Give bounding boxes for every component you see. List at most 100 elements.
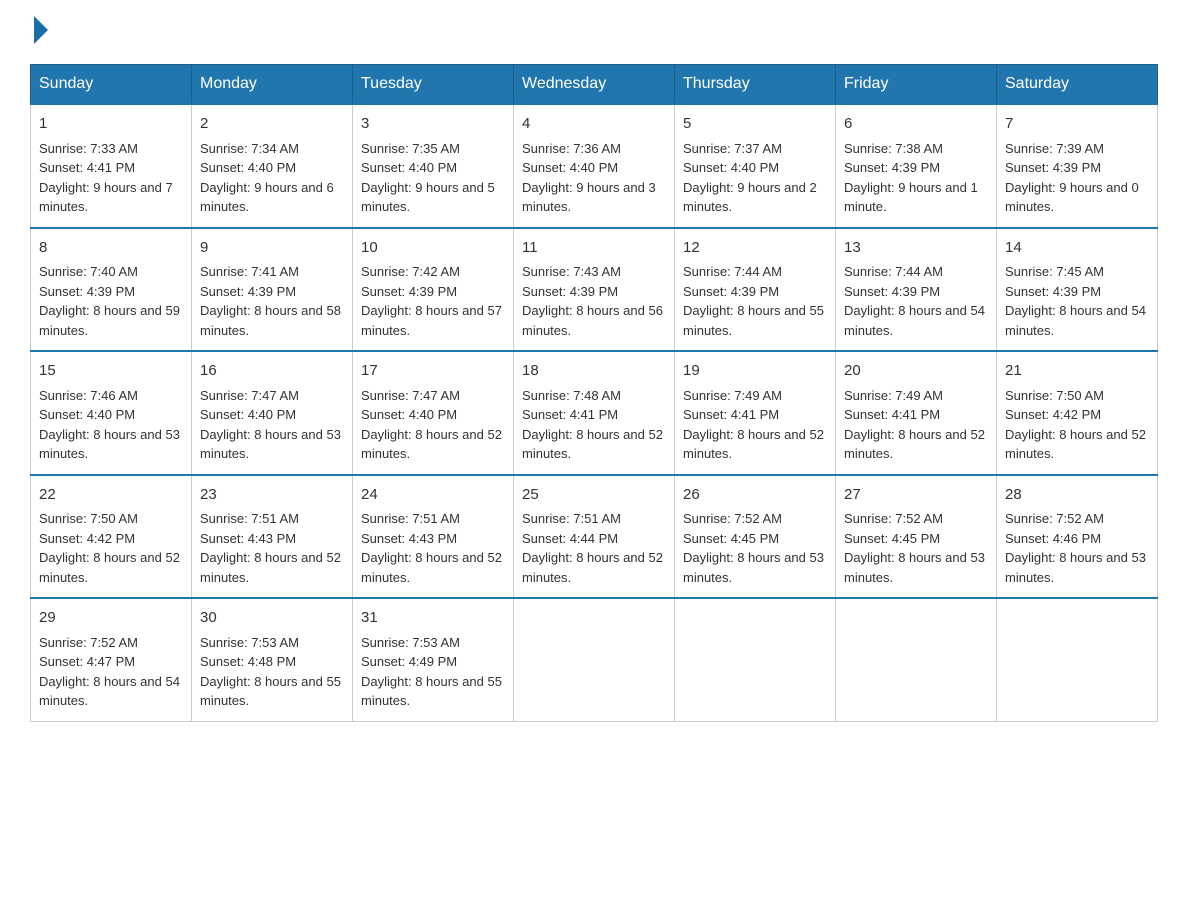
calendar-cell: 21Sunrise: 7:50 AMSunset: 4:42 PMDayligh… (997, 351, 1158, 475)
calendar-cell: 14Sunrise: 7:45 AMSunset: 4:39 PMDayligh… (997, 228, 1158, 352)
day-number: 30 (200, 607, 344, 630)
sunset-text: Sunset: 4:40 PM (522, 160, 618, 175)
day-number: 31 (361, 607, 505, 630)
day-number: 15 (39, 360, 183, 383)
sunset-text: Sunset: 4:40 PM (39, 407, 135, 422)
daylight-text: Daylight: 8 hours and 52 minutes. (200, 550, 341, 585)
sunset-text: Sunset: 4:39 PM (844, 160, 940, 175)
day-number: 27 (844, 484, 988, 507)
daylight-text: Daylight: 8 hours and 56 minutes. (522, 303, 663, 338)
sunset-text: Sunset: 4:39 PM (683, 284, 779, 299)
day-number: 19 (683, 360, 827, 383)
sunset-text: Sunset: 4:39 PM (39, 284, 135, 299)
day-number: 21 (1005, 360, 1149, 383)
sunset-text: Sunset: 4:45 PM (683, 531, 779, 546)
calendar-cell (997, 598, 1158, 721)
sunrise-text: Sunrise: 7:51 AM (522, 511, 621, 526)
sunrise-text: Sunrise: 7:43 AM (522, 264, 621, 279)
sunrise-text: Sunrise: 7:47 AM (361, 388, 460, 403)
daylight-text: Daylight: 9 hours and 0 minutes. (1005, 180, 1139, 215)
day-number: 1 (39, 113, 183, 136)
logo (30, 20, 48, 44)
sunrise-text: Sunrise: 7:44 AM (683, 264, 782, 279)
sunset-text: Sunset: 4:43 PM (200, 531, 296, 546)
daylight-text: Daylight: 8 hours and 52 minutes. (361, 550, 502, 585)
col-header-sunday: Sunday (31, 65, 192, 105)
day-number: 23 (200, 484, 344, 507)
sunrise-text: Sunrise: 7:47 AM (200, 388, 299, 403)
calendar-cell: 11Sunrise: 7:43 AMSunset: 4:39 PMDayligh… (514, 228, 675, 352)
col-header-friday: Friday (836, 65, 997, 105)
sunset-text: Sunset: 4:39 PM (844, 284, 940, 299)
calendar-cell: 3Sunrise: 7:35 AMSunset: 4:40 PMDaylight… (353, 104, 514, 228)
calendar-cell (836, 598, 997, 721)
calendar-cell: 5Sunrise: 7:37 AMSunset: 4:40 PMDaylight… (675, 104, 836, 228)
calendar-cell: 13Sunrise: 7:44 AMSunset: 4:39 PMDayligh… (836, 228, 997, 352)
daylight-text: Daylight: 9 hours and 6 minutes. (200, 180, 334, 215)
day-number: 8 (39, 237, 183, 260)
sunset-text: Sunset: 4:44 PM (522, 531, 618, 546)
sunrise-text: Sunrise: 7:51 AM (361, 511, 460, 526)
calendar-week-4: 22 Sunrise: 7:50 AM Sunset: 4:42 PM Dayligh… (31, 475, 1158, 599)
calendar-cell: 27Sunrise: 7:52 AMSunset: 4:45 PMDayligh… (836, 475, 997, 599)
sunrise-text: Sunrise: 7:35 AM (361, 141, 460, 156)
sunrise-text: Sunrise: 7:37 AM (683, 141, 782, 156)
calendar-cell: 16Sunrise: 7:47 AMSunset: 4:40 PMDayligh… (192, 351, 353, 475)
sunset-text: Sunset: 4:46 PM (1005, 531, 1101, 546)
calendar-week-1: 1 Sunrise: 7:33 AM Sunset: 4:41 PM Daylight… (31, 104, 1158, 228)
sunset-text: Sunset: 4:40 PM (361, 407, 457, 422)
daylight-text: Daylight: 8 hours and 53 minutes. (1005, 550, 1146, 585)
calendar-cell: 17Sunrise: 7:47 AMSunset: 4:40 PMDayligh… (353, 351, 514, 475)
daylight-text: Daylight: 9 hours and 5 minutes. (361, 180, 495, 215)
sunrise-text: Sunrise: 7:49 AM (844, 388, 943, 403)
day-number: 22 (39, 484, 183, 507)
daylight-text: Daylight: 9 hours and 3 minutes. (522, 180, 656, 215)
day-number: 26 (683, 484, 827, 507)
calendar-cell: 22 Sunrise: 7:50 AM Sunset: 4:42 PM Dayligh… (31, 475, 192, 599)
daylight-text: Daylight: 9 hours and 7 minutes. (39, 180, 173, 215)
sunset-text: Sunset: 4:42 PM (39, 531, 135, 546)
sunrise-text: Sunrise: 7:44 AM (844, 264, 943, 279)
sunrise-text: Sunrise: 7:52 AM (844, 511, 943, 526)
sunset-text: Sunset: 4:47 PM (39, 654, 135, 669)
sunrise-text: Sunrise: 7:39 AM (1005, 141, 1104, 156)
sunrise-text: Sunrise: 7:50 AM (39, 511, 138, 526)
calendar-cell: 4Sunrise: 7:36 AMSunset: 4:40 PMDaylight… (514, 104, 675, 228)
day-number: 6 (844, 113, 988, 136)
daylight-text: Daylight: 8 hours and 54 minutes. (39, 674, 180, 709)
calendar-week-5: 29Sunrise: 7:52 AMSunset: 4:47 PMDayligh… (31, 598, 1158, 721)
calendar-cell: 19Sunrise: 7:49 AMSunset: 4:41 PMDayligh… (675, 351, 836, 475)
calendar-cell: 6Sunrise: 7:38 AMSunset: 4:39 PMDaylight… (836, 104, 997, 228)
calendar-cell: 9Sunrise: 7:41 AMSunset: 4:39 PMDaylight… (192, 228, 353, 352)
daylight-text: Daylight: 8 hours and 52 minutes. (522, 427, 663, 462)
sunset-text: Sunset: 4:39 PM (1005, 160, 1101, 175)
sunrise-text: Sunrise: 7:46 AM (39, 388, 138, 403)
calendar-cell: 18Sunrise: 7:48 AMSunset: 4:41 PMDayligh… (514, 351, 675, 475)
day-number: 17 (361, 360, 505, 383)
calendar-week-2: 8 Sunrise: 7:40 AM Sunset: 4:39 PM Daylight… (31, 228, 1158, 352)
daylight-text: Daylight: 8 hours and 52 minutes. (683, 427, 824, 462)
sunrise-text: Sunrise: 7:38 AM (844, 141, 943, 156)
day-number: 16 (200, 360, 344, 383)
calendar-cell (514, 598, 675, 721)
daylight-text: Daylight: 8 hours and 59 minutes. (39, 303, 180, 338)
daylight-text: Daylight: 8 hours and 58 minutes. (200, 303, 341, 338)
col-header-monday: Monday (192, 65, 353, 105)
day-number: 28 (1005, 484, 1149, 507)
col-header-tuesday: Tuesday (353, 65, 514, 105)
sunrise-text: Sunrise: 7:33 AM (39, 141, 138, 156)
sunset-text: Sunset: 4:39 PM (200, 284, 296, 299)
daylight-text: Daylight: 8 hours and 52 minutes. (844, 427, 985, 462)
day-number: 13 (844, 237, 988, 260)
daylight-text: Daylight: 8 hours and 52 minutes. (39, 550, 180, 585)
calendar-cell: 23Sunrise: 7:51 AMSunset: 4:43 PMDayligh… (192, 475, 353, 599)
sunset-text: Sunset: 4:49 PM (361, 654, 457, 669)
day-number: 3 (361, 113, 505, 136)
calendar-cell: 30Sunrise: 7:53 AMSunset: 4:48 PMDayligh… (192, 598, 353, 721)
daylight-text: Daylight: 8 hours and 57 minutes. (361, 303, 502, 338)
calendar-header-row: SundayMondayTuesdayWednesdayThursdayFrid… (31, 65, 1158, 105)
col-header-saturday: Saturday (997, 65, 1158, 105)
sunrise-text: Sunrise: 7:40 AM (39, 264, 138, 279)
sunset-text: Sunset: 4:41 PM (39, 160, 135, 175)
calendar-cell: 25Sunrise: 7:51 AMSunset: 4:44 PMDayligh… (514, 475, 675, 599)
